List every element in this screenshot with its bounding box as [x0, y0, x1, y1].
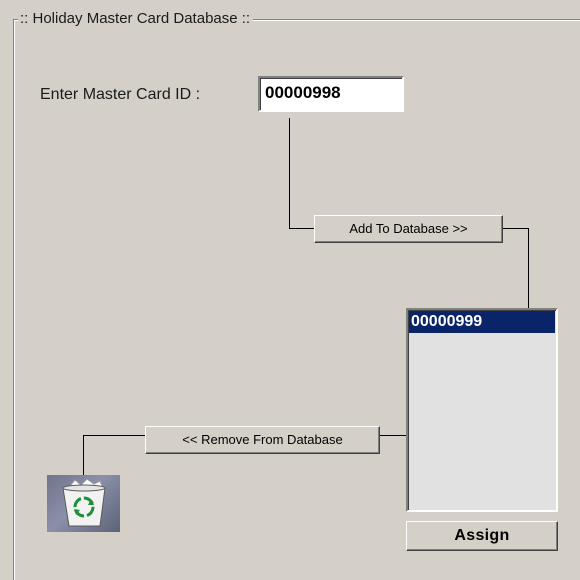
list-item[interactable]: 00000999	[409, 311, 555, 333]
database-listbox[interactable]: 00000999	[406, 308, 558, 512]
connector-line	[528, 228, 529, 309]
group-title: :: Holiday Master Card Database ::	[18, 9, 254, 29]
add-to-database-button[interactable]: Add To Database >>	[314, 215, 503, 243]
connector-line	[380, 435, 406, 436]
assign-button[interactable]: Assign	[406, 521, 558, 551]
recycle-bin-graphic	[62, 478, 106, 527]
connector-line	[289, 118, 290, 229]
connector-line	[503, 228, 529, 229]
remove-from-database-button[interactable]: << Remove From Database	[145, 426, 380, 454]
connector-line	[83, 435, 84, 476]
connector-line	[289, 228, 315, 229]
connector-line	[83, 435, 145, 436]
recycle-bin-icon[interactable]	[47, 475, 120, 532]
master-card-id-input[interactable]	[258, 76, 404, 112]
master-card-id-label: Enter Master Card ID :	[40, 86, 201, 103]
